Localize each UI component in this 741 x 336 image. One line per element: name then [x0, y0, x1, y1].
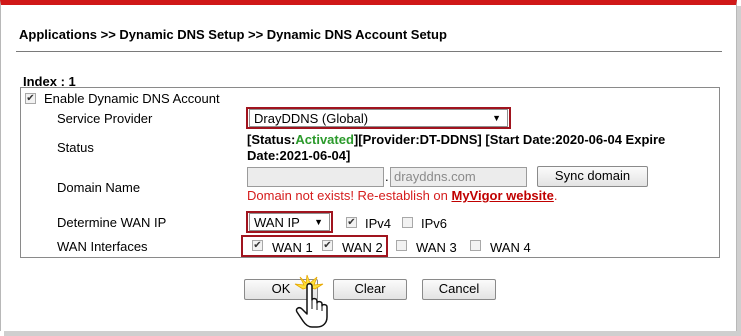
domain-separator: . [385, 169, 389, 184]
status-rest: ][Provider:DT-DDNS] [Start Date:2020-06-… [353, 132, 666, 147]
window-shadow-bottom [4, 331, 741, 336]
ipv6-label: IPv6 [421, 216, 448, 231]
wan2-label: WAN 2 [342, 240, 383, 255]
status-label: Status [57, 140, 94, 155]
myvigor-website-link[interactable]: MyVigor website [451, 188, 553, 203]
cancel-button[interactable]: Cancel [422, 279, 496, 300]
wan-interfaces-label: WAN Interfaces [57, 239, 148, 254]
domain-host-input[interactable] [247, 167, 384, 187]
service-provider-select[interactable]: DrayDDNS (Global) ▼ [249, 109, 508, 127]
clear-button[interactable]: Clear [333, 279, 407, 300]
wan4-checkbox[interactable] [470, 240, 481, 251]
status-prefix: [Status: [247, 132, 296, 147]
status-state: Activated [295, 132, 354, 147]
ipv6-checkbox[interactable] [402, 217, 413, 228]
wan3-checkbox[interactable] [396, 240, 407, 251]
domain-suffix-field: drayddns.com [390, 167, 527, 187]
breadcrumb: Applications >> Dynamic DNS Setup >> Dyn… [19, 27, 447, 42]
service-provider-label: Service Provider [57, 111, 153, 126]
wan-ip-value: WAN IP [254, 215, 300, 230]
wan2-checkbox[interactable]: ✔ [322, 240, 333, 251]
domain-error-end: . [553, 188, 558, 203]
wan-ip-select[interactable]: WAN IP ▼ [249, 213, 330, 231]
wan1-checkbox[interactable]: ✔ [252, 240, 263, 251]
determine-wan-ip-label: Determine WAN IP [57, 215, 167, 230]
ipv4-checkbox[interactable]: ✔ [346, 217, 357, 228]
hand-pointer-cursor-icon [294, 274, 328, 328]
domain-error-text: Domain not exists! Re-establish on [247, 188, 452, 203]
domain-name-label: Domain Name [57, 180, 141, 195]
chevron-down-icon: ▼ [492, 113, 501, 123]
wan4-label: WAN 4 [490, 240, 531, 255]
domain-error-message: Domain not exists! Re-establish on MyVig… [247, 188, 557, 203]
ipv4-label: IPv4 [365, 216, 392, 231]
chevron-down-icon: ▼ [314, 217, 323, 227]
status-value: [Status:Activated][Provider:DT-DDNS] [St… [247, 132, 687, 164]
window-shadow-right [737, 6, 741, 336]
wan1-label: WAN 1 [272, 240, 313, 255]
breadcrumb-divider [16, 51, 722, 52]
sync-domain-button[interactable]: Sync domain [537, 166, 648, 187]
service-provider-value: DrayDDNS (Global) [254, 111, 369, 126]
enable-ddns-checkbox[interactable]: ✔ [25, 93, 36, 104]
status-line2: Date:2021-06-04] [247, 148, 351, 163]
wan3-label: WAN 3 [416, 240, 457, 255]
enable-ddns-label: Enable Dynamic DNS Account [44, 91, 220, 106]
